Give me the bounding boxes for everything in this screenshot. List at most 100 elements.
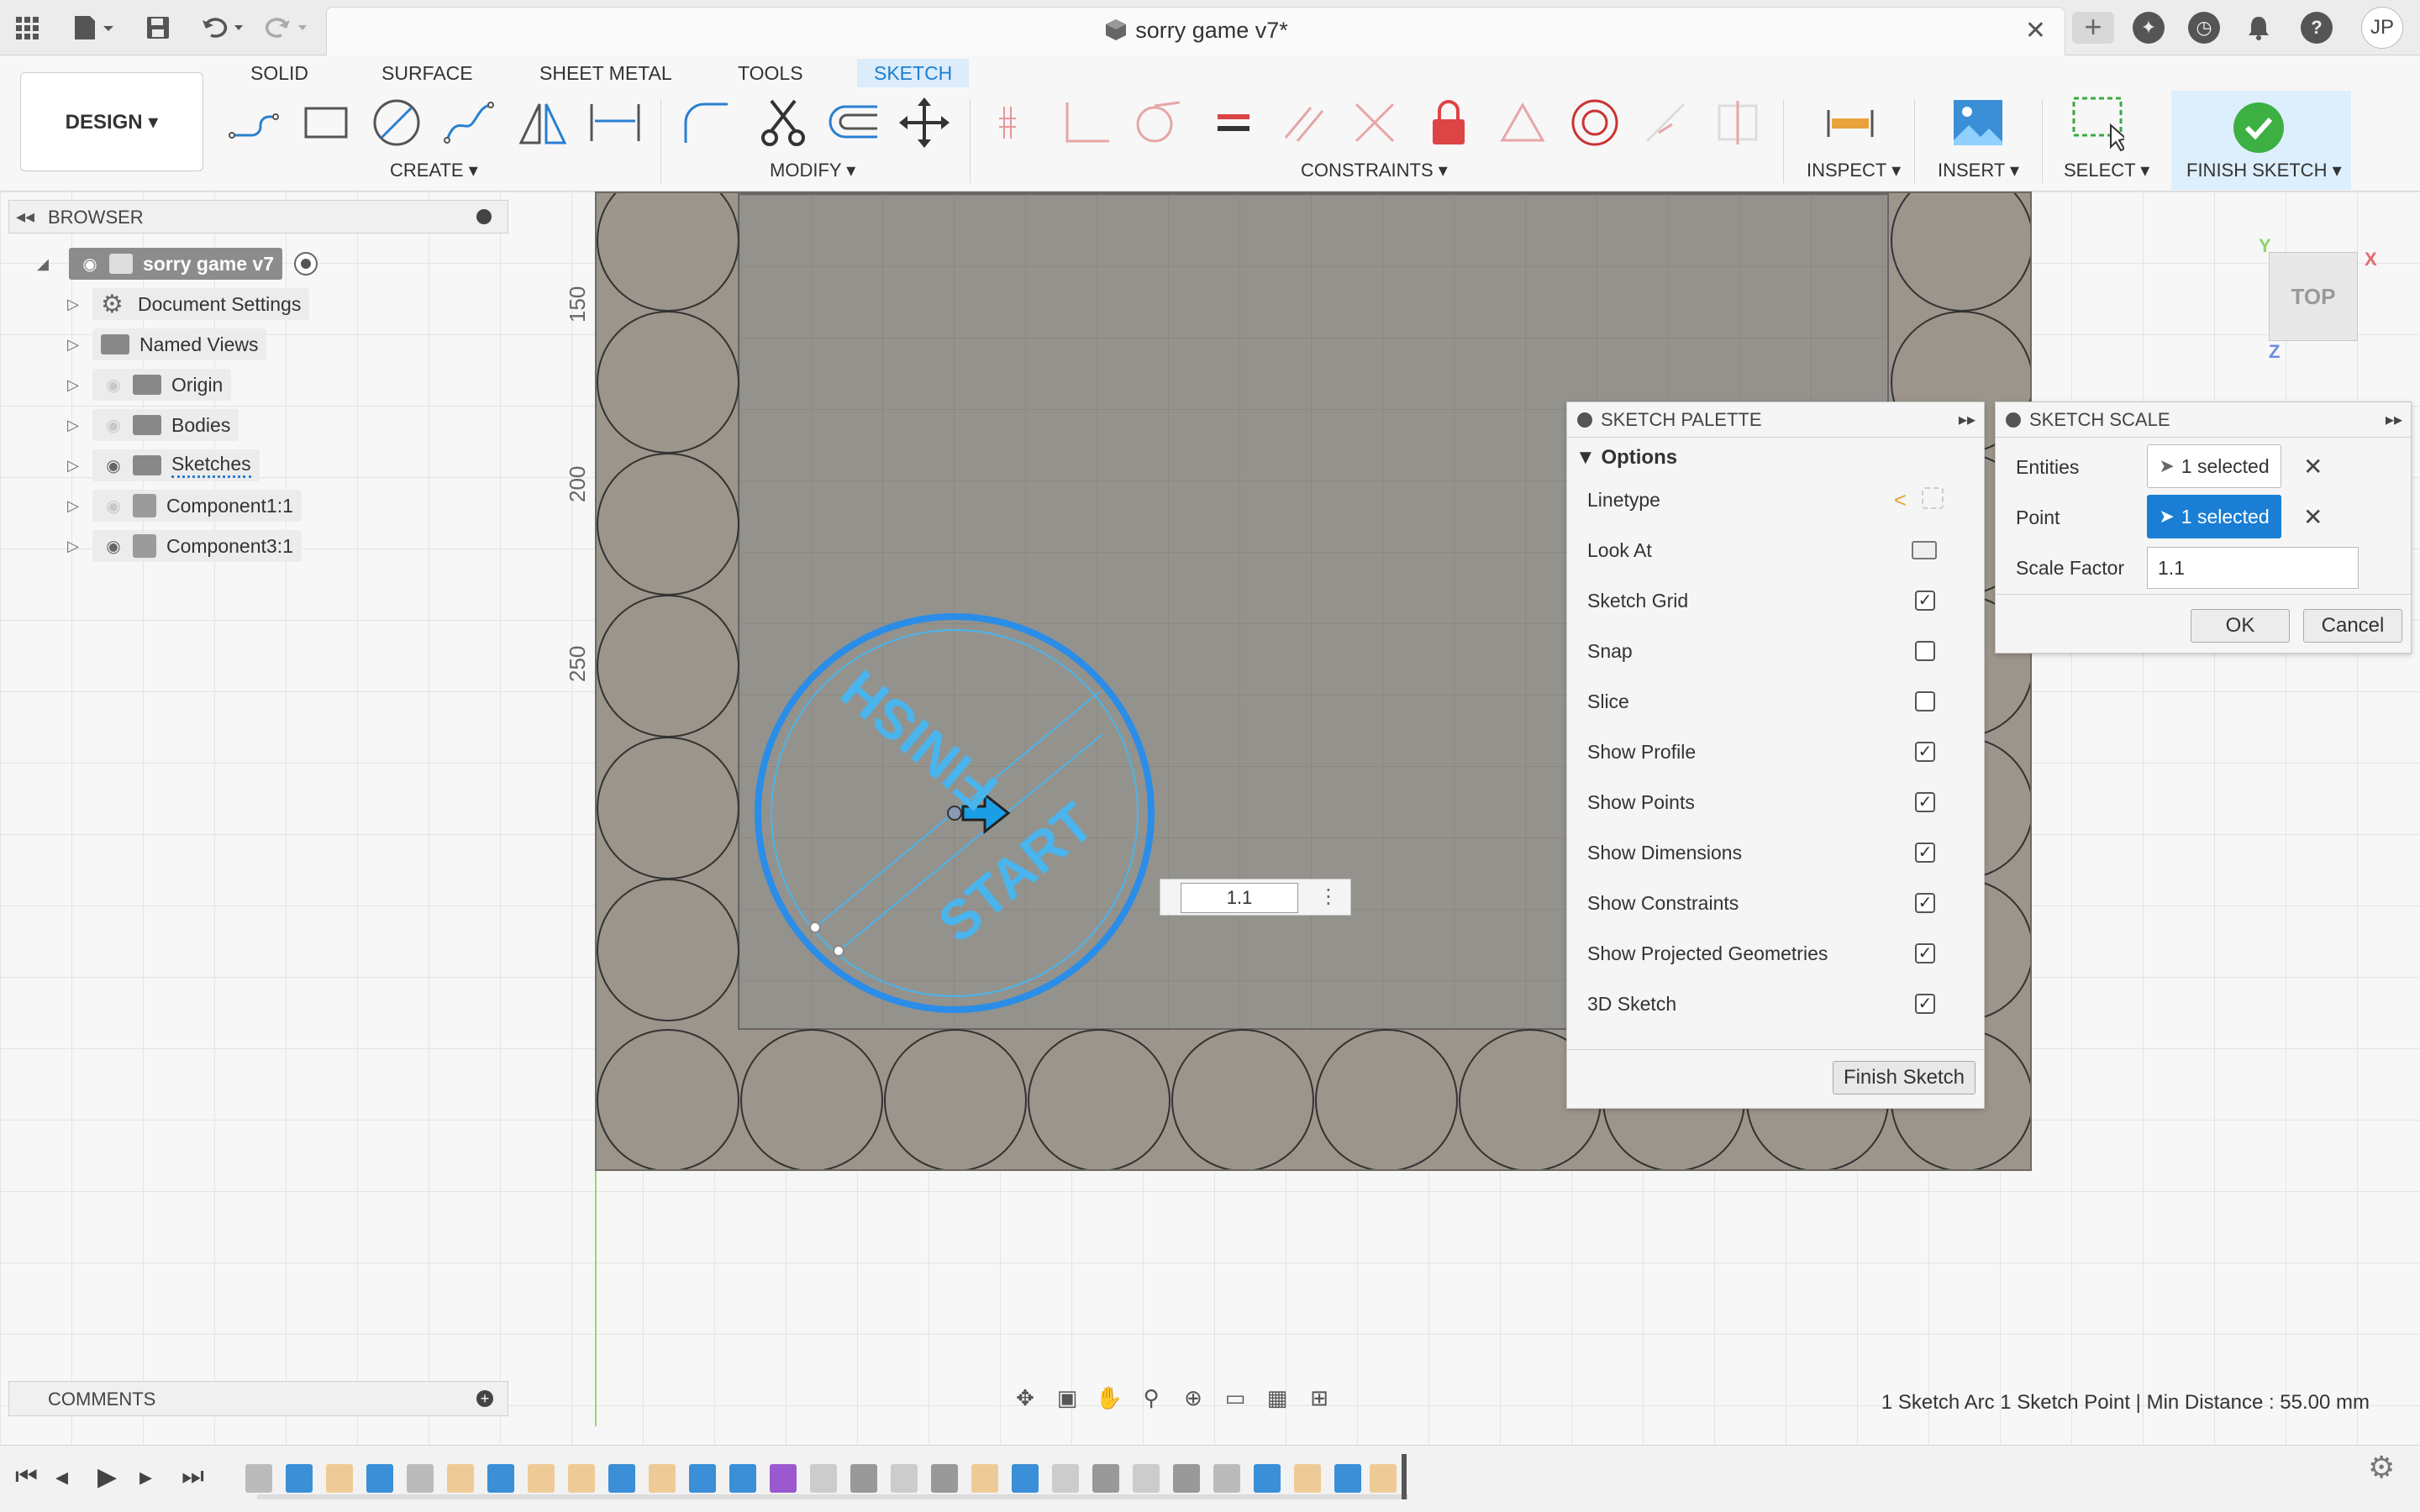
options-section[interactable]: ▼ Options	[1576, 446, 1677, 470]
hidden-eye-icon[interactable]: ◉	[101, 496, 126, 517]
create-menu[interactable]: CREATE ▾	[390, 160, 478, 181]
modify-menu[interactable]: MODIFY ▾	[770, 160, 855, 181]
clear-entities-icon[interactable]: ✕	[2303, 453, 2323, 480]
notifications-bell-icon[interactable]	[2242, 12, 2275, 44]
scale-dimension-input[interactable]: 1.1 ⋮	[1160, 879, 1351, 916]
mirror-tool-icon[interactable]	[516, 96, 570, 150]
hidden-eye-icon[interactable]: ◉	[101, 415, 126, 436]
viewcube[interactable]: TOP	[2269, 252, 2358, 341]
timeline-joint-icon[interactable]	[1133, 1464, 1160, 1493]
browser-item-component3[interactable]: ▷ ◉ Component3:1	[64, 529, 302, 563]
point-selection-button[interactable]: ➤ 1 selected	[2147, 495, 2281, 538]
timeline-joint-icon[interactable]	[1052, 1464, 1079, 1493]
orbit-icon[interactable]: ✥	[1008, 1381, 1042, 1415]
entities-selection-button[interactable]: ➤ 1 selected	[2147, 444, 2281, 488]
expand-panel-icon[interactable]: ▸▸	[2386, 409, 2402, 430]
expand-arrow-icon[interactable]: ▷	[64, 538, 82, 555]
dimension-value[interactable]: 1.1	[1181, 883, 1298, 913]
timeline-feature-icon[interactable]	[366, 1464, 393, 1493]
file-menu-icon[interactable]	[67, 12, 118, 44]
expand-arrow-icon[interactable]: ◢	[34, 255, 52, 273]
save-icon[interactable]	[139, 12, 176, 44]
look-at-icon[interactable]: ▣	[1050, 1381, 1084, 1415]
visibility-eye-icon[interactable]: ◉	[101, 455, 126, 476]
expand-arrow-icon[interactable]: ▷	[64, 336, 82, 354]
timeline-move-icon[interactable]	[1173, 1464, 1200, 1493]
extensions-icon[interactable]: ✦	[2133, 12, 2165, 44]
panel-minimize-icon[interactable]	[2006, 412, 2021, 428]
document-tab[interactable]: sorry game v7* ✕	[326, 7, 2065, 55]
add-comment-icon[interactable]: +	[476, 1390, 493, 1407]
line-tool-icon[interactable]	[227, 96, 281, 150]
timeline-feature-icon[interactable]	[608, 1464, 635, 1493]
hidden-eye-icon[interactable]: ◉	[101, 375, 126, 396]
undo-icon[interactable]	[198, 12, 249, 44]
symmetry-constraint-icon[interactable]	[1496, 96, 1549, 150]
snap-checkbox[interactable]	[1915, 641, 1935, 661]
constraints-menu[interactable]: CONSTRAINTS ▾	[1301, 160, 1448, 181]
job-status-icon[interactable]: ◷	[2188, 12, 2220, 44]
help-icon[interactable]: ?	[2301, 12, 2333, 44]
visibility-eye-icon[interactable]: ◉	[77, 254, 103, 275]
move-tool-icon[interactable]	[897, 96, 951, 150]
insert-menu[interactable]: INSERT ▾	[1938, 160, 2019, 181]
expand-arrow-icon[interactable]: ▷	[64, 497, 82, 515]
tangent-constraint-icon[interactable]	[1131, 96, 1185, 150]
rectangle-tool-icon[interactable]	[299, 96, 353, 150]
show-points-checkbox[interactable]: ✓	[1915, 792, 1935, 812]
tab-sketch[interactable]: SKETCH	[857, 59, 970, 87]
timeline-feature-icon[interactable]	[1254, 1464, 1281, 1493]
timeline-feature-icon[interactable]	[729, 1464, 756, 1493]
perpendicular-lines-icon[interactable]	[1348, 96, 1402, 150]
timeline-joint-icon[interactable]	[810, 1464, 837, 1493]
sketch-scale-header[interactable]: SKETCH SCALE ▸▸	[1996, 402, 2411, 438]
timeline-move-icon[interactable]	[1092, 1464, 1119, 1493]
zoom-window-icon[interactable]: ⊕	[1176, 1381, 1210, 1415]
cancel-button[interactable]: Cancel	[2303, 609, 2402, 643]
expand-arrow-icon[interactable]: ▷	[64, 296, 82, 313]
browser-minimize-icon[interactable]	[476, 209, 492, 224]
timeline-marker[interactable]	[1402, 1454, 1407, 1499]
timeline-sketch-icon[interactable]	[568, 1464, 595, 1493]
viewports-icon[interactable]: ⊞	[1302, 1381, 1336, 1415]
tab-sheet-metal[interactable]: SHEET METAL	[523, 59, 689, 87]
timeline-feature-icon[interactable]	[1334, 1464, 1361, 1493]
browser-item-origin[interactable]: ▷ ◉ Origin	[64, 368, 232, 402]
construction-linetype-icon[interactable]: <	[1894, 487, 1907, 513]
close-tab-icon[interactable]: ✕	[2025, 16, 2046, 45]
3d-sketch-checkbox[interactable]: ✓	[1915, 994, 1935, 1014]
timeline-sketch-icon[interactable]	[1370, 1464, 1397, 1493]
browser-item-document-settings[interactable]: ▷ ⚙ Document Settings	[64, 287, 310, 321]
fillet-tool-icon[interactable]	[679, 96, 733, 150]
timeline-feature-icon[interactable]	[245, 1464, 272, 1493]
show-dimensions-checkbox[interactable]: ✓	[1915, 843, 1935, 863]
look-at-icon[interactable]	[1912, 541, 1937, 559]
horizontal-vertical-constraint-icon[interactable]	[1711, 96, 1765, 150]
tab-solid[interactable]: SOLID	[234, 59, 325, 87]
insert-image-icon[interactable]	[1951, 96, 2005, 150]
show-projected-geometries-checkbox[interactable]: ✓	[1915, 943, 1935, 963]
equal-constraint-icon[interactable]	[1207, 96, 1260, 150]
show-constraints-checkbox[interactable]: ✓	[1915, 893, 1935, 913]
browser-item-sketches[interactable]: ▷ ◉ Sketches	[64, 449, 260, 482]
scale-factor-input[interactable]: 1.1	[2147, 547, 2359, 589]
dimension-tool-icon[interactable]	[588, 96, 642, 150]
timeline-joint-icon[interactable]	[891, 1464, 918, 1493]
timeline-settings-gear-icon[interactable]: ⚙	[2368, 1450, 2395, 1485]
browser-root-row[interactable]: ◢ ◉ sorry game v7	[34, 247, 318, 281]
finish-sketch-menu[interactable]: FINISH SKETCH ▾	[2186, 160, 2342, 181]
collapse-browser-icon[interactable]: ◂◂	[16, 206, 34, 228]
timeline-feature-icon[interactable]	[1012, 1464, 1039, 1493]
timeline-first-icon[interactable]: ⏮	[15, 1462, 38, 1491]
workspace-switcher[interactable]: DESIGN ▾	[20, 72, 203, 171]
timeline-previous-icon[interactable]: ◂	[55, 1462, 68, 1492]
timeline-feature-icon[interactable]	[689, 1464, 716, 1493]
timeline-last-icon[interactable]: ⏭	[182, 1462, 204, 1491]
timeline-feature-icon[interactable]	[286, 1464, 313, 1493]
expand-arrow-icon[interactable]: ▷	[64, 417, 82, 434]
ok-button[interactable]: OK	[2191, 609, 2290, 643]
timeline-feature-icon[interactable]	[1213, 1464, 1240, 1493]
zoom-icon[interactable]: ⚲	[1134, 1381, 1168, 1415]
trim-tool-icon[interactable]	[756, 96, 810, 150]
perpendicular-constraint-icon[interactable]	[1060, 96, 1114, 150]
